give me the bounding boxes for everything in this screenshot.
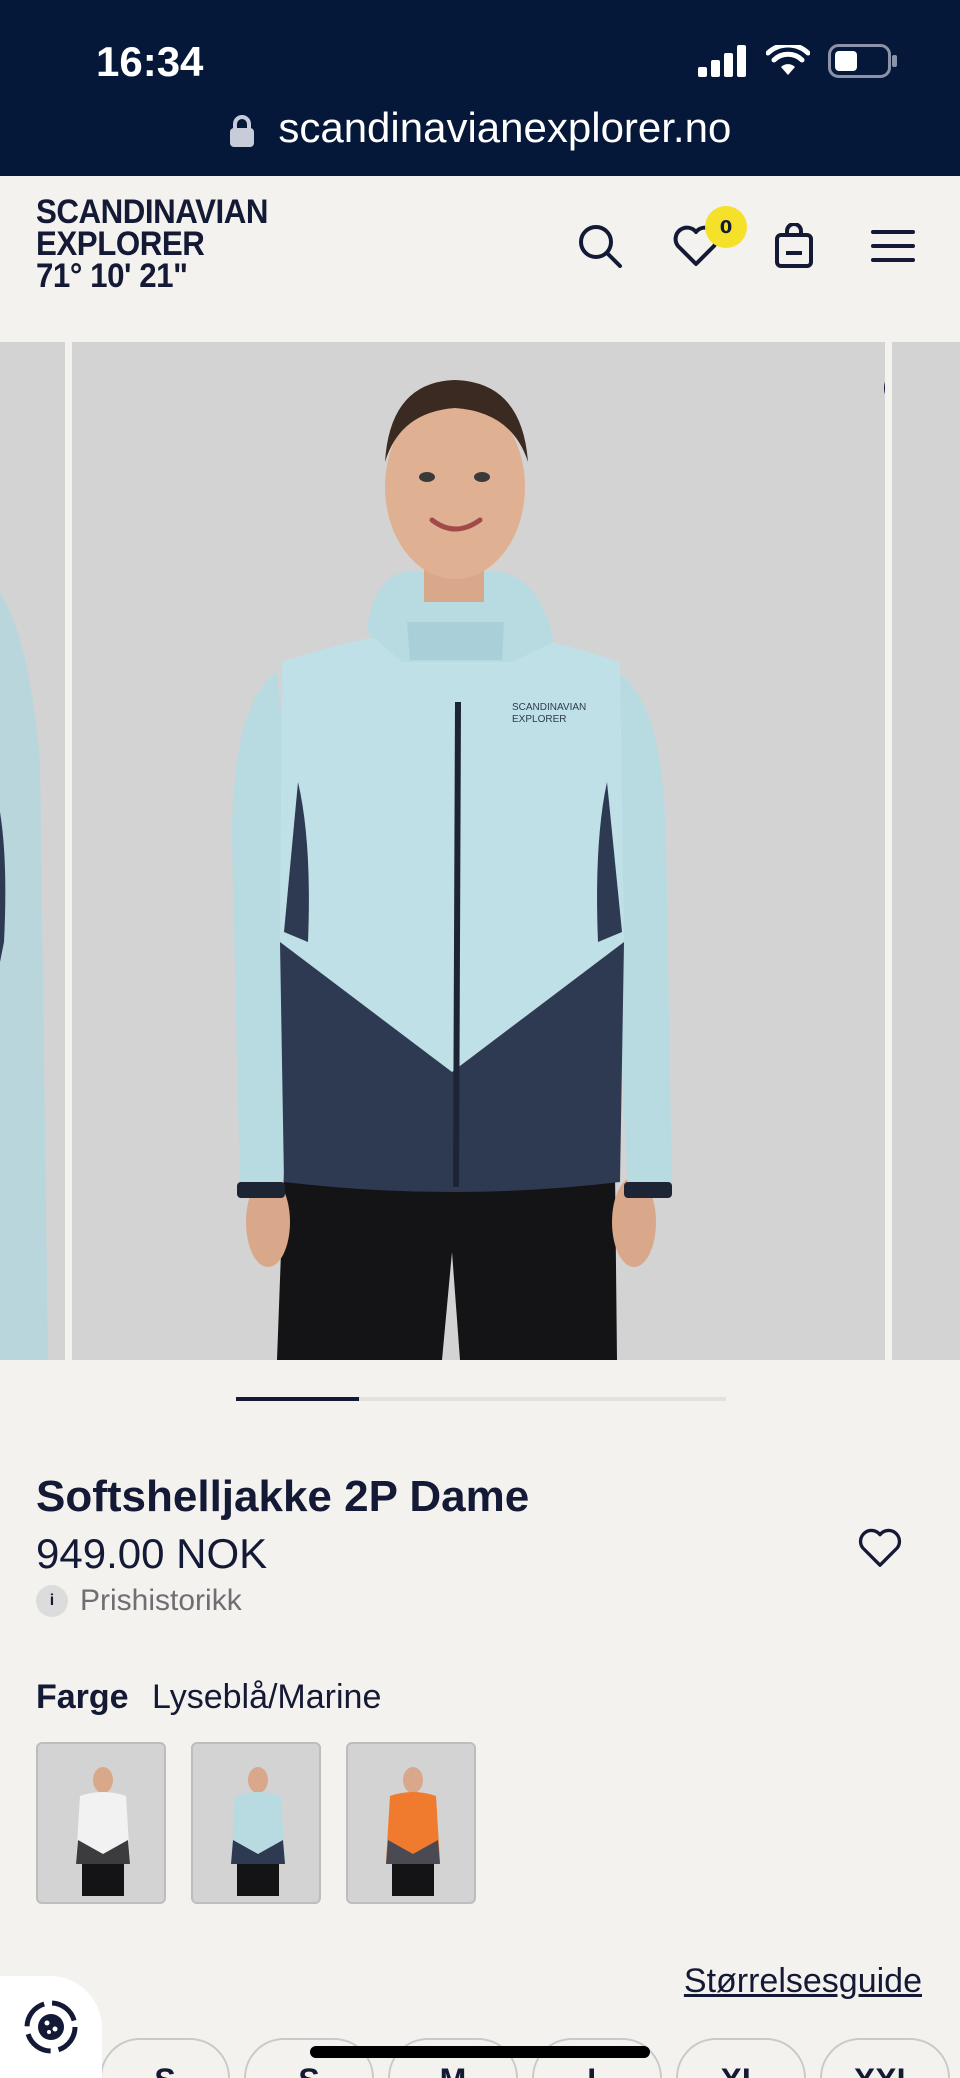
size-option[interactable]: XXL (820, 2038, 950, 2078)
zoom-in-icon (884, 381, 885, 395)
url-bar[interactable]: scandinavianexplorer.no (0, 104, 960, 152)
shopping-bag-icon (775, 223, 813, 268)
status-bar: 16:34 scandinavianexplorer.no (0, 0, 960, 176)
product-title: Softshelljakke 2P Dame (36, 1472, 530, 1521)
logo-line-3: 71° 10' 21" (36, 257, 188, 295)
cart-button[interactable] (764, 216, 824, 276)
product-photo-prev (0, 592, 48, 1360)
cookie-settings-button[interactable] (0, 1976, 102, 2078)
carousel-slide-active[interactable]: SCANDINAVIAN EXPLORER (72, 342, 885, 1360)
search-icon (579, 225, 622, 268)
site-header: SCANDINAVIAN EXPLORER 71° 10' 21" 0 (0, 176, 960, 342)
add-to-wishlist-button[interactable] (858, 1528, 910, 1580)
size-options: S S M L XL XXL (100, 2038, 950, 2078)
color-swatch[interactable] (191, 1742, 321, 1904)
size-option[interactable]: S (100, 2038, 230, 2078)
color-label: Farge (36, 1678, 129, 1716)
logo-line-1: SCANDINAVIAN (36, 193, 268, 231)
hamburger-menu-icon (871, 230, 915, 262)
zoom-button[interactable] (880, 364, 885, 424)
menu-button[interactable] (863, 216, 923, 276)
color-swatches (36, 1742, 476, 1904)
url-text: scandinavianexplorer.no (278, 104, 732, 151)
product-image-carousel[interactable]: SCANDINAVIAN EXPLORER (0, 342, 960, 1360)
wifi-icon (766, 45, 810, 75)
size-option[interactable]: M (388, 2038, 518, 2078)
signal-icon (698, 45, 746, 77)
selected-color: Lyseblå/Marine (152, 1678, 382, 1716)
battery-icon (828, 44, 897, 78)
size-guide-link[interactable]: Størrelsesguide (684, 1962, 922, 2001)
color-swatch[interactable] (346, 1742, 476, 1904)
size-option[interactable]: L (532, 2038, 662, 2078)
home-indicator (310, 2046, 650, 2058)
color-swatch[interactable] (36, 1742, 166, 1904)
size-option[interactable]: S (244, 2038, 374, 2078)
brand-logo[interactable]: SCANDINAVIAN EXPLORER 71° 10' 21" (36, 193, 288, 295)
carousel-progress-fill (236, 1397, 359, 1401)
status-time: 16:34 (96, 38, 204, 85)
carousel-slide-next[interactable] (892, 342, 960, 1360)
product-price: 949.00 NOK (36, 1530, 268, 1577)
size-option[interactable]: XL (676, 2038, 806, 2078)
wishlist-count-badge: 0 (705, 206, 747, 248)
color-selector-label: Farge Lyseblå/Marine (36, 1678, 381, 1717)
svg-text:EXPLORER: EXPLORER (512, 714, 566, 725)
price-history-label: Prishistorikk (80, 1584, 242, 1617)
svg-text:SCANDINAVIAN: SCANDINAVIAN (512, 702, 586, 713)
product-photo: SCANDINAVIAN EXPLORER (232, 380, 672, 1360)
system-icons (698, 44, 898, 78)
heart-icon (858, 1528, 902, 1567)
info-icon: i (36, 1585, 68, 1617)
cookie-settings-icon (24, 2000, 78, 2054)
logo-line-2: EXPLORER (36, 225, 205, 263)
lock-icon (229, 114, 254, 147)
carousel-progress (236, 1397, 726, 1401)
price-history-link[interactable]: i Prishistorikk (36, 1584, 242, 1618)
carousel-slide-prev[interactable] (0, 342, 65, 1360)
search-button[interactable] (570, 216, 630, 276)
